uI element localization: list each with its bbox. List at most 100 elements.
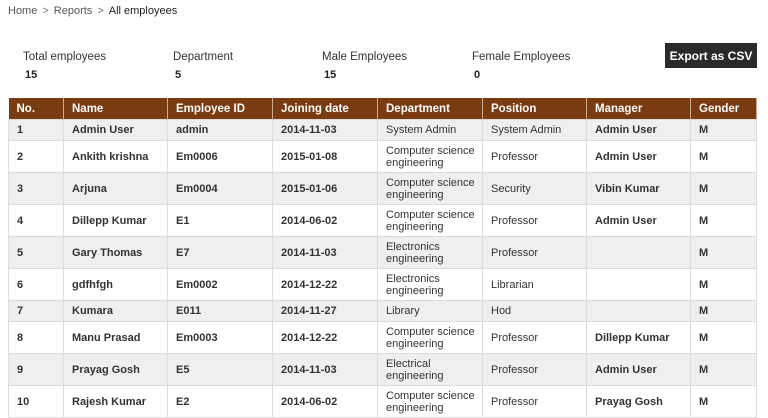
cell-joining-date: 2014-11-03 (272, 119, 378, 141)
cell-manager: Prayag Gosh (586, 385, 691, 418)
cell-name: Dillepp Kumar (63, 204, 168, 237)
cell-employee-id: Em0006 (167, 140, 273, 173)
cell-department: System Admin (377, 119, 483, 141)
cell-name: Prayag Gosh (63, 353, 168, 386)
cell-gender: M (690, 385, 757, 418)
cell-manager (586, 300, 691, 322)
cell-joining-date: 2015-01-06 (272, 172, 378, 205)
stat-department: Department 5 (173, 51, 233, 81)
cell-department: Computer science engineering (377, 204, 483, 237)
cell-name: Admin User (63, 119, 168, 141)
cell-gender: M (690, 172, 757, 205)
cell-gender: M (690, 236, 757, 269)
cell-gender: M (690, 204, 757, 237)
cell-joining-date: 2014-11-03 (272, 353, 378, 386)
cell-no: 2 (8, 140, 64, 173)
stat-value: 5 (175, 69, 182, 81)
table-row[interactable]: 10 Rajesh Kumar E2 2014-06-02 Computer scien… (8, 385, 757, 418)
table-row[interactable]: 7 Kumara E011 2014-11-27 Library Hod M (8, 300, 757, 322)
cell-no: 1 (8, 119, 64, 141)
cell-employee-id: admin (167, 119, 273, 141)
cell-position: Professor (482, 321, 587, 354)
cell-gender: M (690, 321, 757, 354)
cell-position: Librarian (482, 268, 587, 301)
table-row[interactable]: 6 gdfhfgh Em0002 2014-12-22 Electronics engi… (8, 268, 757, 301)
cell-position: Professor (482, 236, 587, 269)
breadcrumb-separator: > (97, 5, 104, 17)
breadcrumb-current: All employees (108, 5, 178, 17)
cell-name: Kumara (63, 300, 168, 322)
cell-no: 7 (8, 300, 64, 322)
table-row[interactable]: 9 Prayag Gosh E5 2014-11-03 Electrical engin… (8, 353, 757, 386)
breadcrumb-reports-link[interactable]: Reports (54, 5, 93, 17)
cell-position: Hod (482, 300, 587, 322)
cell-joining-date: 2014-12-22 (272, 268, 378, 301)
cell-employee-id: Em0004 (167, 172, 273, 205)
cell-joining-date: 2014-12-22 (272, 321, 378, 354)
table-row[interactable]: 1 Admin User admin 2014-11-03 System Admin Sy… (8, 119, 757, 141)
stat-total-employees: Total employees 15 (23, 51, 106, 81)
breadcrumb-home-link[interactable]: Home (8, 5, 37, 17)
stat-label: Total employees (23, 51, 107, 63)
cell-no: 10 (8, 385, 64, 418)
column-header-position[interactable]: Position (482, 98, 587, 120)
cell-department: Library (377, 300, 483, 322)
cell-joining-date: 2014-11-03 (272, 236, 378, 269)
cell-no: 5 (8, 236, 64, 269)
table-header: No. Name Employee ID Joining date Depart… (8, 98, 757, 120)
cell-gender: M (690, 300, 757, 322)
cell-position: Professor (482, 140, 587, 173)
cell-position: Professor (482, 353, 587, 386)
cell-department: Computer science engineering (377, 172, 483, 205)
table-row[interactable]: 5 Gary Thomas E7 2014-11-03 Electronics engi… (8, 236, 757, 269)
table-row[interactable]: 2 Ankith krishna Em0006 2015-01-08 Computer … (8, 140, 757, 173)
cell-name: Ankith krishna (63, 140, 168, 173)
breadcrumb: Home > Reports > All employees (8, 5, 177, 17)
cell-no: 3 (8, 172, 64, 205)
cell-department: Computer science engineering (377, 321, 483, 354)
column-header-manager[interactable]: Manager (586, 98, 691, 120)
cell-joining-date: 2015-01-08 (272, 140, 378, 173)
cell-joining-date: 2014-06-02 (272, 204, 378, 237)
table-row[interactable]: 4 Dillepp Kumar E1 2014-06-02 Computer scien… (8, 204, 757, 237)
cell-joining-date: 2014-06-02 (272, 385, 378, 418)
cell-position: Security (482, 172, 587, 205)
column-header-employee-id[interactable]: Employee ID (167, 98, 273, 120)
column-header-no[interactable]: No. (8, 98, 64, 120)
cell-position: Professor (482, 385, 587, 418)
cell-manager: Vibin Kumar (586, 172, 691, 205)
cell-department: Electrical engineering (377, 353, 483, 386)
cell-no: 9 (8, 353, 64, 386)
cell-no: 6 (8, 268, 64, 301)
cell-name: Rajesh Kumar (63, 385, 168, 418)
cell-department: Computer science engineering (377, 140, 483, 173)
cell-joining-date: 2014-11-27 (272, 300, 378, 322)
cell-name: Gary Thomas (63, 236, 168, 269)
employees-table: No. Name Employee ID Joining date Depart… (8, 98, 757, 418)
column-header-gender[interactable]: Gender (690, 98, 757, 120)
cell-gender: M (690, 119, 757, 141)
column-header-joining-date[interactable]: Joining date (272, 98, 378, 120)
cell-department: Computer science engineering (377, 385, 483, 418)
cell-employee-id: Em0002 (167, 268, 273, 301)
cell-name: Manu Prasad (63, 321, 168, 354)
cell-name: gdfhfgh (63, 268, 168, 301)
stat-label: Male Employees (322, 51, 408, 63)
table-row[interactable]: 3 Arjuna Em0004 2015-01-06 Computer science … (8, 172, 757, 205)
cell-position: System Admin (482, 119, 587, 141)
cell-name: Arjuna (63, 172, 168, 205)
column-header-name[interactable]: Name (63, 98, 168, 120)
cell-employee-id: E7 (167, 236, 273, 269)
cell-employee-id: E1 (167, 204, 273, 237)
cell-manager: Admin User (586, 119, 691, 141)
cell-employee-id: E2 (167, 385, 273, 418)
cell-employee-id: E011 (167, 300, 273, 322)
cell-gender: M (690, 140, 757, 173)
export-csv-button[interactable]: Export as CSV (665, 43, 757, 68)
column-header-department[interactable]: Department (377, 98, 483, 120)
cell-department: Electronics engineering (377, 236, 483, 269)
cell-manager (586, 268, 691, 301)
stat-label: Department (173, 51, 234, 63)
table-row[interactable]: 8 Manu Prasad Em0003 2014-12-22 Computer sci… (8, 321, 757, 354)
stat-female-employees: Female Employees 0 (472, 51, 570, 81)
